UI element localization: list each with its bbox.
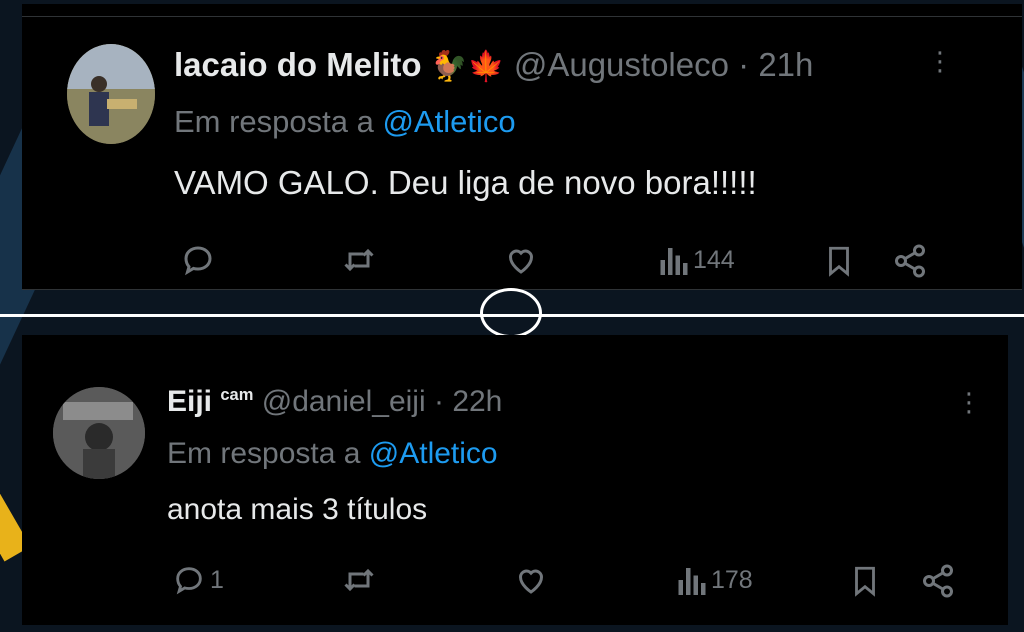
retweet-button[interactable] [340, 562, 378, 598]
bookmark-button[interactable] [848, 562, 882, 600]
separator: · [433, 385, 444, 418]
reply-button[interactable] [180, 242, 216, 278]
bookmark-icon [855, 566, 875, 597]
reply-prefix: Em resposta a [167, 437, 361, 470]
share-button[interactable] [892, 242, 928, 280]
tweet-text: VAMO GALO. Deu liga de novo bora!!!!! [174, 164, 757, 201]
divider [22, 16, 1022, 17]
reply-context: Em resposta a @Atletico [167, 437, 498, 471]
views-count: 144 [693, 245, 735, 274]
avatar[interactable] [67, 44, 155, 144]
avatar[interactable] [53, 387, 145, 479]
bookmark-icon [829, 246, 849, 277]
center-circle [480, 288, 542, 338]
more-icon[interactable]: ⋮ [956, 389, 982, 415]
views-button[interactable]: 178 [677, 562, 753, 598]
user-handle[interactable]: @daniel_eiji [262, 385, 426, 418]
bookmark-button[interactable] [822, 242, 856, 280]
retweet-icon [344, 568, 374, 592]
reply-icon [176, 567, 202, 595]
tweet-header: lacaio do Melito 🐓🍁 @Augustoleco · 21h [174, 46, 813, 84]
views-icon [678, 568, 706, 595]
share-button[interactable] [920, 562, 956, 600]
display-name[interactable]: Eiji [167, 385, 212, 418]
views-button[interactable]: 144 [659, 242, 735, 278]
like-button[interactable] [512, 562, 550, 598]
tweet-card[interactable]: lacaio do Melito 🐓🍁 @Augustoleco · 21h ⋮… [22, 4, 1022, 290]
display-name[interactable]: lacaio do Melito [174, 46, 422, 83]
like-button[interactable] [502, 242, 540, 278]
timestamp[interactable]: 21h [758, 46, 813, 83]
separator: · [738, 46, 750, 83]
views-icon [660, 248, 688, 275]
reply-button[interactable]: 1 [172, 562, 224, 598]
share-icon [923, 564, 953, 598]
reply-mention-link[interactable]: @Atletico [383, 104, 516, 139]
reply-context: Em resposta a @Atletico [174, 104, 516, 140]
like-icon [518, 569, 544, 594]
reply-mention-link[interactable]: @Atletico [369, 437, 498, 470]
name-emoji: 🐓🍁 [430, 50, 505, 83]
tweet-header: Eiji cam @daniel_eiji · 22h [167, 385, 502, 419]
reply-count: 1 [210, 565, 224, 594]
tweet-card[interactable]: Eiji cam @daniel_eiji · 22h ⋮ Em respost… [22, 335, 1008, 625]
user-handle[interactable]: @Augustoleco [514, 46, 729, 83]
reply-icon [184, 246, 212, 276]
retweet-icon [344, 248, 374, 272]
timestamp[interactable]: 22h [452, 385, 502, 418]
tweet-text: anota mais 3 títulos [167, 493, 428, 526]
retweet-button[interactable] [340, 242, 378, 278]
more-icon[interactable]: ⋮ [927, 48, 953, 74]
like-icon [508, 249, 534, 274]
name-badge: cam [220, 386, 254, 404]
reply-prefix: Em resposta a [174, 104, 374, 139]
share-icon [895, 244, 925, 278]
views-count: 178 [711, 565, 753, 594]
